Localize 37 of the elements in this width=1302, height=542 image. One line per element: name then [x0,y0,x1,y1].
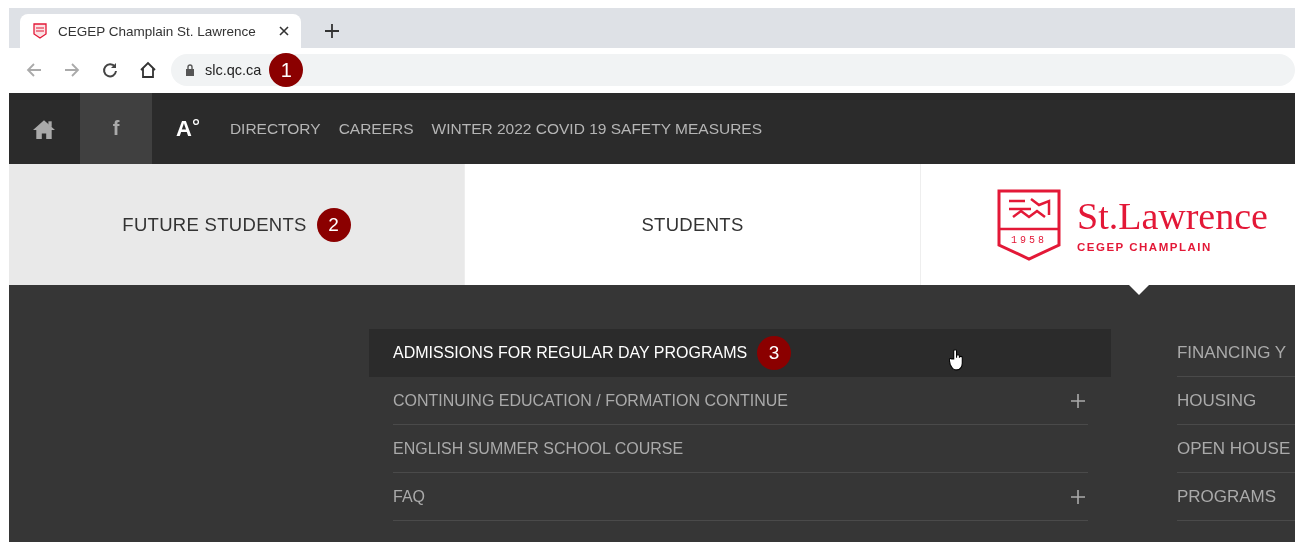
logo-name: St.Lawrence [1077,196,1268,235]
menu-item[interactable]: ENGLISH SUMMER SCHOOL COURSE [393,425,1088,473]
plus-icon[interactable] [1070,393,1085,408]
step-badge: 1 [269,53,304,87]
plus-icon[interactable] [1070,489,1085,504]
menu-item[interactable]: FAQ [393,473,1088,521]
hand-cursor-icon [949,349,965,371]
home-icon[interactable] [139,61,157,79]
step-badge: 2 [316,207,351,242]
lion-shield-logo: 1958 [997,188,1061,261]
logo-subtitle: CEGEP CHAMPLAIN [1077,240,1213,253]
nav-link[interactable]: DIRECTORY [229,119,321,138]
nav-link[interactable]: CAREERS [338,119,414,138]
facebook-link[interactable]: f [80,93,152,164]
menu-item[interactable]: CONTINUING EDUCATION / FORMATION CONTINUE [393,377,1088,425]
plus-icon[interactable] [325,24,339,38]
reload-icon[interactable] [101,61,119,79]
tab-label: FUTURE STUDENTS [122,213,307,236]
step-badge: 3 [757,335,792,370]
text-size-button[interactable]: A [176,115,200,142]
shield-icon [32,23,48,39]
close-icon[interactable] [279,26,289,36]
menu-item[interactable]: FINANCING Y [1176,329,1295,377]
lock-icon [185,64,195,76]
tab-label: STUDENTS [641,213,744,236]
url-text: slc.qc.ca [205,62,262,78]
gear-icon [191,117,200,126]
audience-tab[interactable]: FUTURE STUDENTS 2 [9,164,465,285]
menu-item[interactable]: ADMISSIONS FOR REGULAR DAY PROGRAMS 3 [369,329,1111,377]
tab-title: CEGEP Champlain St. Lawrence [58,23,256,39]
menu-item[interactable]: PROGRAMS [1176,473,1295,521]
address-bar[interactable]: slc.qc.ca 1 [171,54,1295,86]
browser-tab[interactable]: CEGEP Champlain St. Lawrence [20,14,301,48]
menu-item[interactable]: HOUSING [1176,377,1295,425]
nav-link[interactable]: WINTER 2022 COVID 19 SAFETY MEASURES [431,119,763,138]
home-icon[interactable] [33,118,55,139]
menu-item[interactable]: OPEN HOUSE [1176,425,1295,473]
